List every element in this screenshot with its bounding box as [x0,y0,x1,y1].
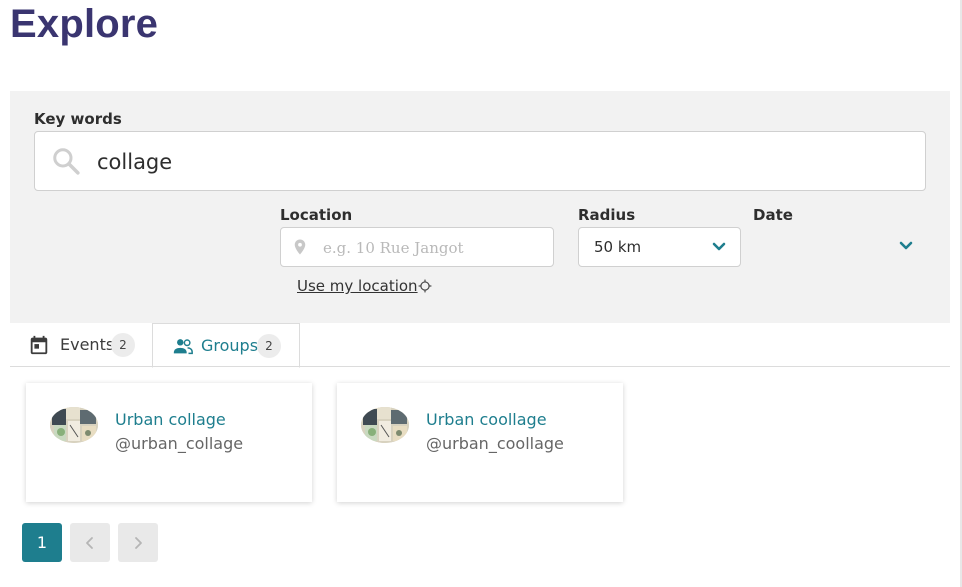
group-avatar [361,407,409,443]
radius-select[interactable]: 50 km [578,227,741,267]
keywords-field[interactable] [34,131,926,191]
chevron-left-icon [86,536,93,549]
location-label: Location [280,206,353,224]
keywords-label: Key words [34,110,122,128]
location-field[interactable] [280,227,554,267]
group-avatar [50,407,98,443]
radius-value: 50 km [594,238,642,256]
crosshair-icon[interactable] [418,279,432,293]
use-my-location-link[interactable]: Use my location [297,277,418,295]
tab-events-count: 2 [111,333,135,357]
chevron-down-icon [899,241,913,250]
group-handle: @urban_collage [115,434,244,453]
tab-events-label: Events [60,335,115,354]
date-label: Date [753,206,793,224]
page-button-1[interactable]: 1 [22,523,62,562]
next-page-button[interactable] [118,523,158,562]
date-select[interactable] [753,227,918,265]
group-name[interactable]: Urban coollage [426,410,547,429]
keywords-input[interactable] [95,144,899,180]
chevron-right-icon [135,536,142,549]
account-group-icon [173,339,193,355]
radius-label: Radius [578,206,636,224]
tab-groups-count: 2 [257,334,281,358]
chevron-down-icon [712,242,726,251]
page-title: Explore [10,2,159,46]
tab-events[interactable]: Events 2 [10,323,150,366]
location-input[interactable] [321,236,545,260]
map-marker-icon [294,239,306,255]
previous-page-button[interactable] [70,523,110,562]
group-handle: @urban_coollage [426,434,564,453]
group-card[interactable]: Urban coollage @urban_coollage [337,383,623,502]
search-panel: Key words Location Use my location Radiu… [10,91,950,323]
group-name[interactable]: Urban collage [115,410,226,429]
tabs-divider [10,366,950,367]
tab-groups-label: Groups [201,336,259,355]
search-icon [53,148,80,175]
group-card[interactable]: Urban collage @urban_collage [26,383,312,502]
tab-groups[interactable]: Groups 2 [152,323,300,368]
calendar-icon [30,335,48,355]
